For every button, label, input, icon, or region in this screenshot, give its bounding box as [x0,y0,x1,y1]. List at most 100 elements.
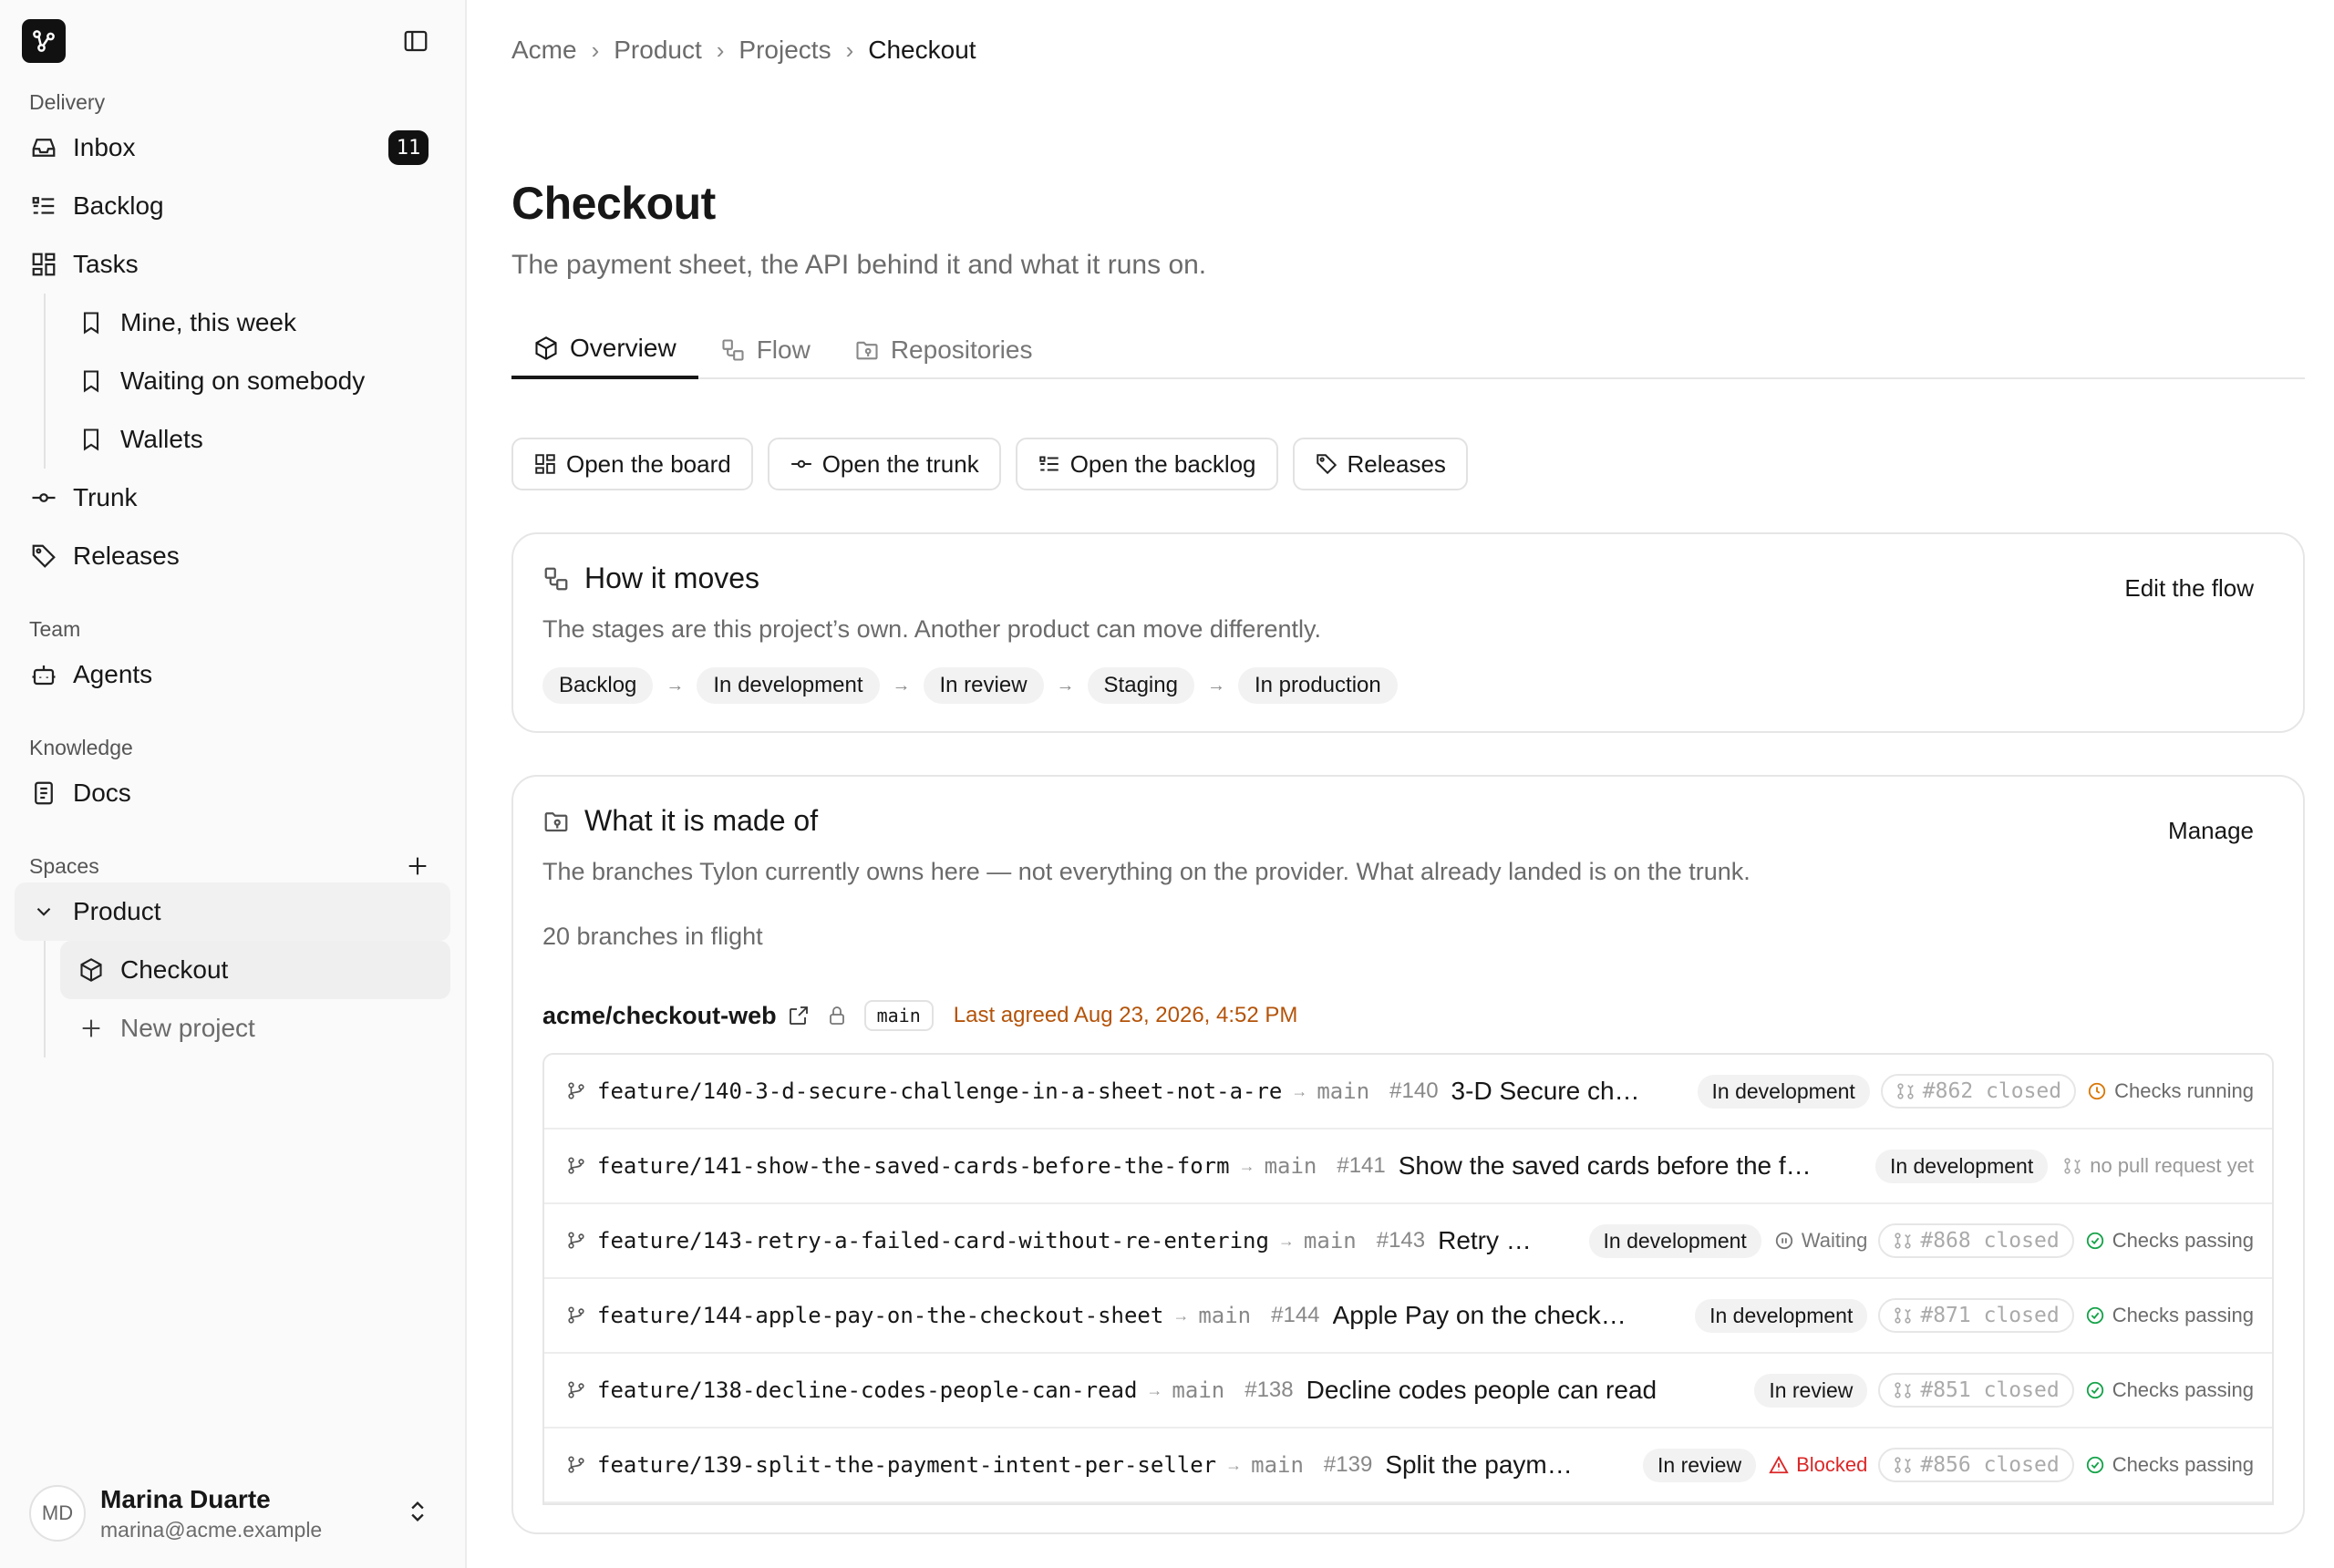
bot-icon [29,660,58,689]
arrow-right-icon: → [1291,1081,1308,1100]
task-title[interactable]: 3-D Secure ch… [1451,1077,1683,1106]
sidebar-item-docs[interactable]: Docs [15,764,450,822]
tab-flow[interactable]: Flow [698,321,832,379]
pull-request-badge[interactable]: #851 closed [1878,1373,2074,1408]
no-pull-request: no pull request yet [2062,1154,2254,1178]
sidebar-item-label: Trunk [73,483,138,511]
breadcrumb-product[interactable]: Product [614,36,702,65]
checks-label: Checks running [2114,1079,2254,1102]
stage-badge: In review [1643,1448,1757,1482]
branch-row[interactable]: feature/139-split-the-payment-intent-per… [544,1429,2272,1503]
tab-repositories[interactable]: Repositories [832,321,1055,379]
stage-chip: In development [697,667,880,704]
sidebar-item-inbox[interactable]: Inbox 11 [15,119,450,177]
stage-chip: In review [923,667,1044,704]
card-description: The stages are this project’s own. Anoth… [542,615,1321,643]
check-circle-icon [2085,1231,2105,1251]
task-title[interactable]: Retry … [1438,1226,1574,1255]
section-knowledge: Knowledge [29,736,133,759]
new-project-label: New project [120,1014,255,1042]
check-circle-icon [2085,1380,2105,1400]
branch-name[interactable]: feature/144-apple-pay-on-the-checkout-sh… [597,1303,1163,1328]
task-title[interactable]: Apple Pay on the check… [1333,1301,1681,1330]
breadcrumb-acme[interactable]: Acme [511,36,577,65]
chevron-down-icon [29,897,58,926]
branch-row[interactable]: feature/143-retry-a-failed-card-without-… [544,1204,2272,1279]
git-branch-icon [566,1081,586,1101]
arrow-right-icon: → [892,675,911,696]
branch-row[interactable]: feature/140-3-d-secure-challenge-in-a-sh… [544,1055,2272,1130]
add-space-icon[interactable] [403,851,432,881]
commit-icon [29,483,58,512]
project-checkout[interactable]: Checkout [60,941,450,999]
task-view-waiting[interactable]: Waiting on somebody [60,352,450,410]
pull-request-badge[interactable]: #862 closed [1880,1074,2077,1109]
sidebar-item-agents[interactable]: Agents [15,645,450,704]
avatar: MD [29,1485,86,1542]
tab-overview[interactable]: Overview [511,321,698,379]
sidebar-item-tasks[interactable]: Tasks [15,235,450,294]
task-number[interactable]: #143 [1377,1228,1425,1253]
branch-name[interactable]: feature/140-3-d-secure-challenge-in-a-sh… [597,1078,1282,1104]
branch-row[interactable]: feature/141-show-the-saved-cards-before-… [544,1130,2272,1204]
user-menu[interactable]: MD Marina Duarte marina@acme.example [15,1475,450,1552]
task-view-label: Mine, this week [120,308,296,336]
tag-icon [1315,452,1338,476]
checks-label: Checks passing [2112,1229,2254,1252]
sidebar-toggle-icon[interactable] [399,25,432,57]
sidebar-item-releases[interactable]: Releases [15,527,450,585]
space-product[interactable]: Product [15,882,450,941]
task-number[interactable]: #141 [1337,1153,1385,1179]
space-projects: Checkout New project [44,941,450,1057]
pull-request-badge[interactable]: #868 closed [1878,1223,2074,1258]
breadcrumb-projects[interactable]: Projects [738,36,831,65]
arrow-right-icon: → [1225,1455,1243,1474]
chevron-right-icon: › [845,36,854,64]
task-number[interactable]: #139 [1324,1452,1372,1478]
task-number[interactable]: #144 [1271,1303,1319,1328]
task-view-wallets[interactable]: Wallets [60,410,450,469]
inbox-count-badge: 11 [388,130,429,165]
task-view-label: Wallets [120,425,203,453]
pause-circle-icon [1774,1231,1794,1251]
stage-badge: In development [1874,1149,2049,1183]
tab-label: Flow [756,335,811,364]
branch-name[interactable]: feature/143-retry-a-failed-card-without-… [597,1228,1269,1253]
spaces-label: Spaces [29,854,99,878]
task-number[interactable]: #138 [1244,1377,1293,1403]
task-title[interactable]: Decline codes people can read [1306,1376,1740,1405]
task-title[interactable]: Show the saved cards before the f… [1399,1151,1861,1181]
workflow-icon [720,337,746,363]
checks-label: Checks passing [2112,1378,2254,1401]
bookmark-icon [77,425,106,454]
task-view-mine[interactable]: Mine, this week [60,294,450,352]
open-trunk-button[interactable]: Open the trunk [767,438,1001,490]
new-project[interactable]: New project [60,999,450,1057]
pull-request-badge[interactable]: #871 closed [1878,1298,2074,1333]
check-circle-icon [2085,1455,2105,1475]
branch-name[interactable]: feature/139-split-the-payment-intent-per… [597,1452,1216,1478]
external-link-icon[interactable] [788,1005,810,1026]
branch-row[interactable]: feature/144-apple-pay-on-the-checkout-sh… [544,1279,2272,1354]
sidebar-item-label: Docs [73,779,131,807]
sidebar-item-backlog[interactable]: Backlog [15,177,450,235]
branch-name[interactable]: feature/138-decline-codes-people-can-rea… [597,1377,1137,1403]
task-number[interactable]: #140 [1389,1078,1438,1104]
task-title[interactable]: Split the paym… [1385,1450,1628,1480]
open-board-button[interactable]: Open the board [511,438,753,490]
git-pull-request-closed-icon [1893,1305,1913,1326]
manage-button[interactable]: Manage [2168,817,2254,845]
app-logo[interactable] [22,19,66,63]
edit-flow-button[interactable]: Edit the flow [2124,574,2254,603]
open-backlog-button[interactable]: Open the backlog [1015,438,1278,490]
branch-target: main [1317,1078,1370,1104]
sidebar-item-trunk[interactable]: Trunk [15,469,450,527]
pull-request-badge[interactable]: #856 closed [1878,1448,2074,1482]
repo-name[interactable]: acme/checkout-web [542,1002,777,1030]
user-name: Marina Duarte [100,1484,271,1513]
list-checks-icon [1038,452,1061,476]
git-branch-icon [566,1380,586,1400]
branch-name[interactable]: feature/141-show-the-saved-cards-before-… [597,1153,1230,1179]
branch-row[interactable]: feature/138-decline-codes-people-can-rea… [544,1354,2272,1429]
releases-button[interactable]: Releases [1292,438,1468,490]
